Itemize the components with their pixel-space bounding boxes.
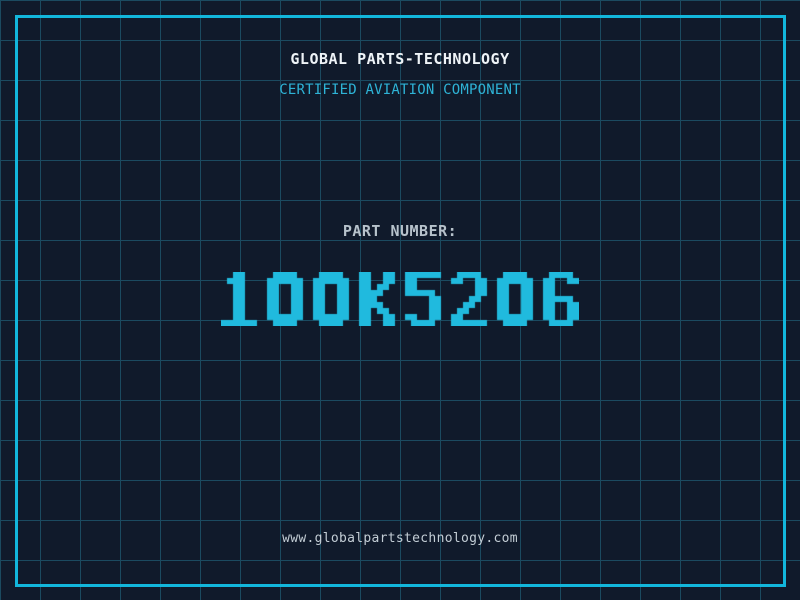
part-number-label: PART NUMBER: <box>342 222 458 240</box>
website-link[interactable]: www.globalpartstechnology.com <box>0 531 800 546</box>
part-number-display <box>221 272 579 326</box>
blueprint-label: GLOBAL PARTS-TECHNOLOGY CERTIFIED AVIATI… <box>0 0 800 600</box>
company-name: GLOBAL PARTS-TECHNOLOGY <box>290 50 510 68</box>
certification-tagline: CERTIFIED AVIATION COMPONENT <box>279 82 521 98</box>
